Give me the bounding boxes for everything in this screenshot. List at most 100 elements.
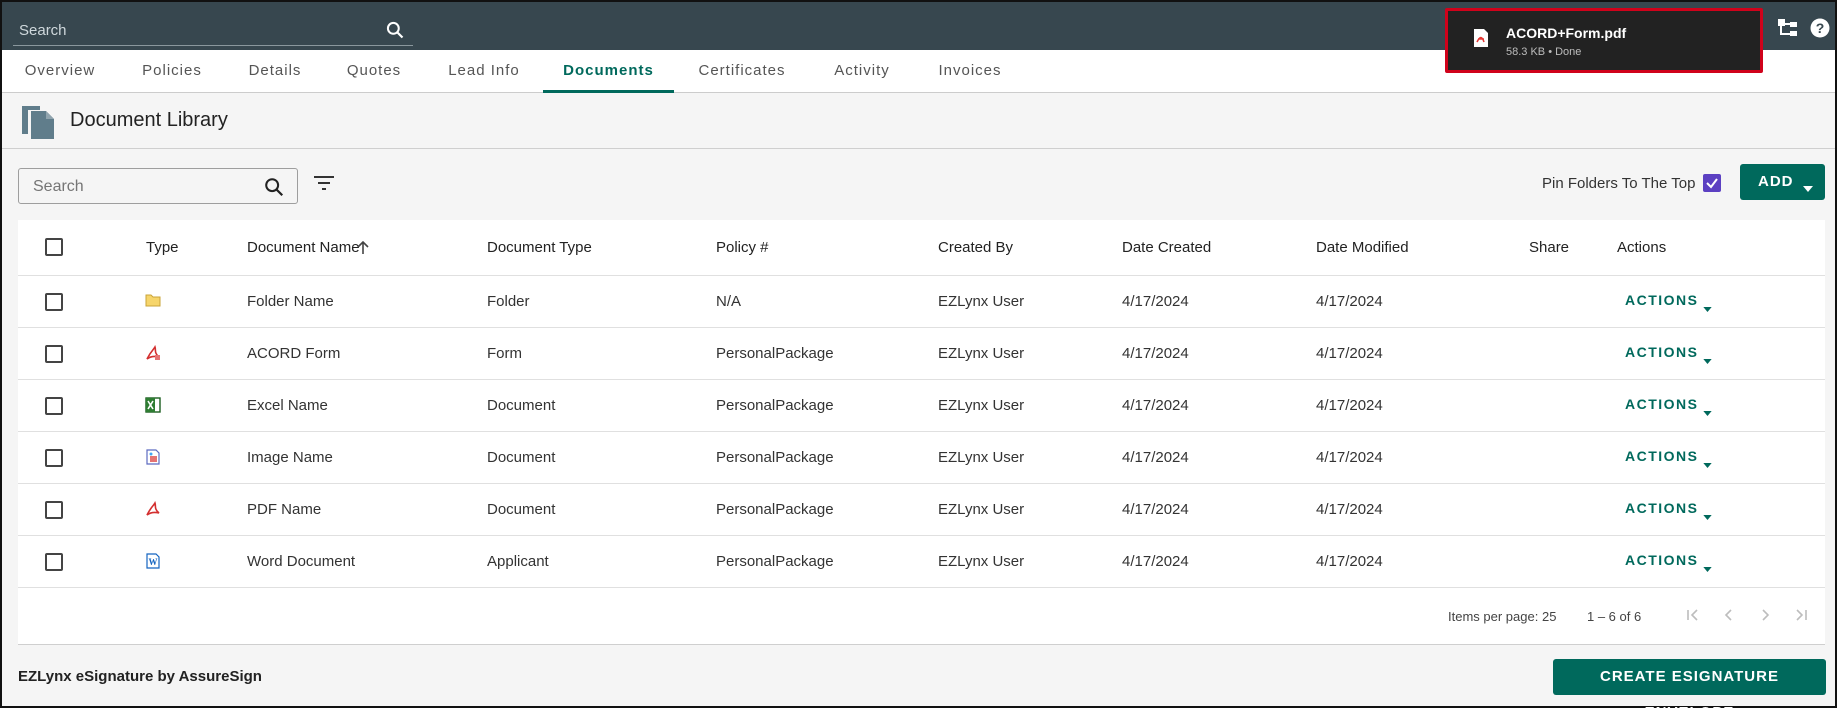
row-checkbox[interactable] [45,345,63,363]
first-page-icon[interactable] [1685,607,1701,628]
tab-certificates[interactable]: Certificates [692,50,792,93]
document-name[interactable]: Image Name [247,449,333,466]
created-by: EZLynx User [938,293,1025,310]
document-search[interactable] [18,168,298,204]
previous-page-icon[interactable] [1721,607,1737,628]
tab-details[interactable]: Details [240,50,310,93]
pin-folders-checkbox[interactable] [1703,174,1721,192]
items-per-page-select[interactable]: 25 [1542,609,1556,624]
last-page-icon[interactable] [1793,607,1809,628]
select-all-checkbox[interactable] [45,238,63,256]
policy-number: PersonalPackage [716,501,834,518]
table-row[interactable]: PDF Name Document PersonalPackage EZLynx… [18,484,1825,536]
date-created: 4/17/2024 [1122,293,1189,310]
tab-documents[interactable]: Documents [543,50,674,93]
row-checkbox[interactable] [45,397,63,415]
document-name[interactable]: ACORD Form [247,345,340,362]
date-modified: 4/17/2024 [1316,501,1383,518]
caret-down-icon[interactable] [1703,403,1712,421]
header-share: Share [1529,239,1570,256]
document-type: Document [487,397,556,414]
download-notification[interactable]: ACORD+Form.pdf 58.3 KB • Done [1445,8,1763,73]
table-row[interactable]: ACORD Form Form PersonalPackage EZLynx U… [18,328,1825,380]
org-chart-icon[interactable] [1777,18,1799,43]
document-library-header: Document Library [2,93,1835,149]
header-policy[interactable]: Policy # [716,239,769,256]
caret-down-icon[interactable] [1703,507,1712,525]
filter-icon[interactable] [314,176,334,195]
caret-down-icon [1803,179,1813,196]
add-button-label: ADD [1758,173,1794,190]
header-document-name[interactable]: Document Name [247,239,360,256]
caret-down-icon[interactable] [1703,559,1712,577]
policy-number: PersonalPackage [716,449,834,466]
actions-menu-button[interactable]: ACTIONS [1625,396,1699,412]
created-by: EZLynx User [938,449,1025,466]
header-date-modified[interactable]: Date Modified [1316,239,1409,256]
search-icon[interactable] [263,176,285,203]
global-search-input[interactable] [19,19,369,41]
actions-menu-button[interactable]: ACTIONS [1625,292,1699,308]
next-page-icon[interactable] [1757,607,1773,628]
pdf-file-icon [1473,28,1489,53]
document-type: Document [487,449,556,466]
document-search-input[interactable] [33,176,253,198]
document-name[interactable]: Word Document [247,553,355,570]
tab-lead-info[interactable]: Lead Info [442,50,526,93]
acrobat-form-icon [145,344,161,366]
help-icon[interactable]: ? [1810,18,1830,43]
actions-menu-button[interactable]: ACTIONS [1625,448,1699,464]
excel-icon [145,397,161,418]
search-icon[interactable] [385,20,405,45]
policy-number: N/A [716,293,742,310]
document-name[interactable]: Excel Name [247,397,328,414]
actions-menu-button[interactable]: ACTIONS [1625,344,1699,360]
row-checkbox[interactable] [45,449,63,467]
folder-icon [145,293,161,312]
table-row[interactable]: Excel Name Document PersonalPackage EZLy… [18,380,1825,432]
header-date-created[interactable]: Date Created [1122,239,1211,256]
tab-policies[interactable]: Policies [132,50,212,93]
actions-menu-button[interactable]: ACTIONS [1625,500,1699,516]
tab-invoices[interactable]: Invoices [932,50,1008,93]
date-created: 4/17/2024 [1122,553,1189,570]
header-actions: Actions [1617,239,1667,256]
tab-activity[interactable]: Activity [826,50,898,93]
policy-number: PersonalPackage [716,553,834,570]
table-header: Type Document Name Document Type Policy … [18,220,1825,276]
arrow-up-icon[interactable] [357,240,369,259]
actions-menu-button[interactable]: ACTIONS [1625,552,1699,568]
items-per-page-label: Items per page: [1448,609,1539,624]
table-row[interactable]: W Word Document Applicant PersonalPackag… [18,536,1825,588]
date-modified: 4/17/2024 [1316,293,1383,310]
documents-icon [20,102,56,145]
caret-down-icon[interactable] [1703,351,1712,369]
date-created: 4/17/2024 [1122,345,1189,362]
date-created: 4/17/2024 [1122,501,1189,518]
document-type: Form [487,345,522,362]
caret-down-icon[interactable] [1703,299,1712,317]
document-name[interactable]: Folder Name [247,293,334,310]
create-esignature-envelope-button[interactable]: CREATE ESIGNATURE ENVELOPE [1553,659,1826,708]
tab-overview[interactable]: Overview [16,50,104,93]
download-meta: 58.3 KB • Done [1506,46,1582,58]
table-row[interactable]: Folder Name Folder N/A EZLynx User 4/17/… [18,276,1825,328]
row-checkbox[interactable] [45,501,63,519]
document-name[interactable]: PDF Name [247,501,321,518]
row-checkbox[interactable] [45,553,63,571]
esignature-label: EZLynx eSignature by AssureSign [18,668,262,685]
document-type: Document [487,501,556,518]
row-checkbox[interactable] [45,293,63,311]
caret-down-icon[interactable] [1703,455,1712,473]
header-created-by[interactable]: Created By [938,239,1013,256]
tab-quotes[interactable]: Quotes [339,50,409,93]
page-title: Document Library [70,109,228,131]
global-search[interactable] [13,16,413,46]
svg-text:?: ? [1816,20,1825,36]
document-type: Applicant [487,553,549,570]
created-by: EZLynx User [938,553,1025,570]
word-icon: W [145,553,161,574]
header-document-type[interactable]: Document Type [487,239,592,256]
add-button[interactable]: ADD [1740,164,1825,200]
table-row[interactable]: Image Name Document PersonalPackage EZLy… [18,432,1825,484]
